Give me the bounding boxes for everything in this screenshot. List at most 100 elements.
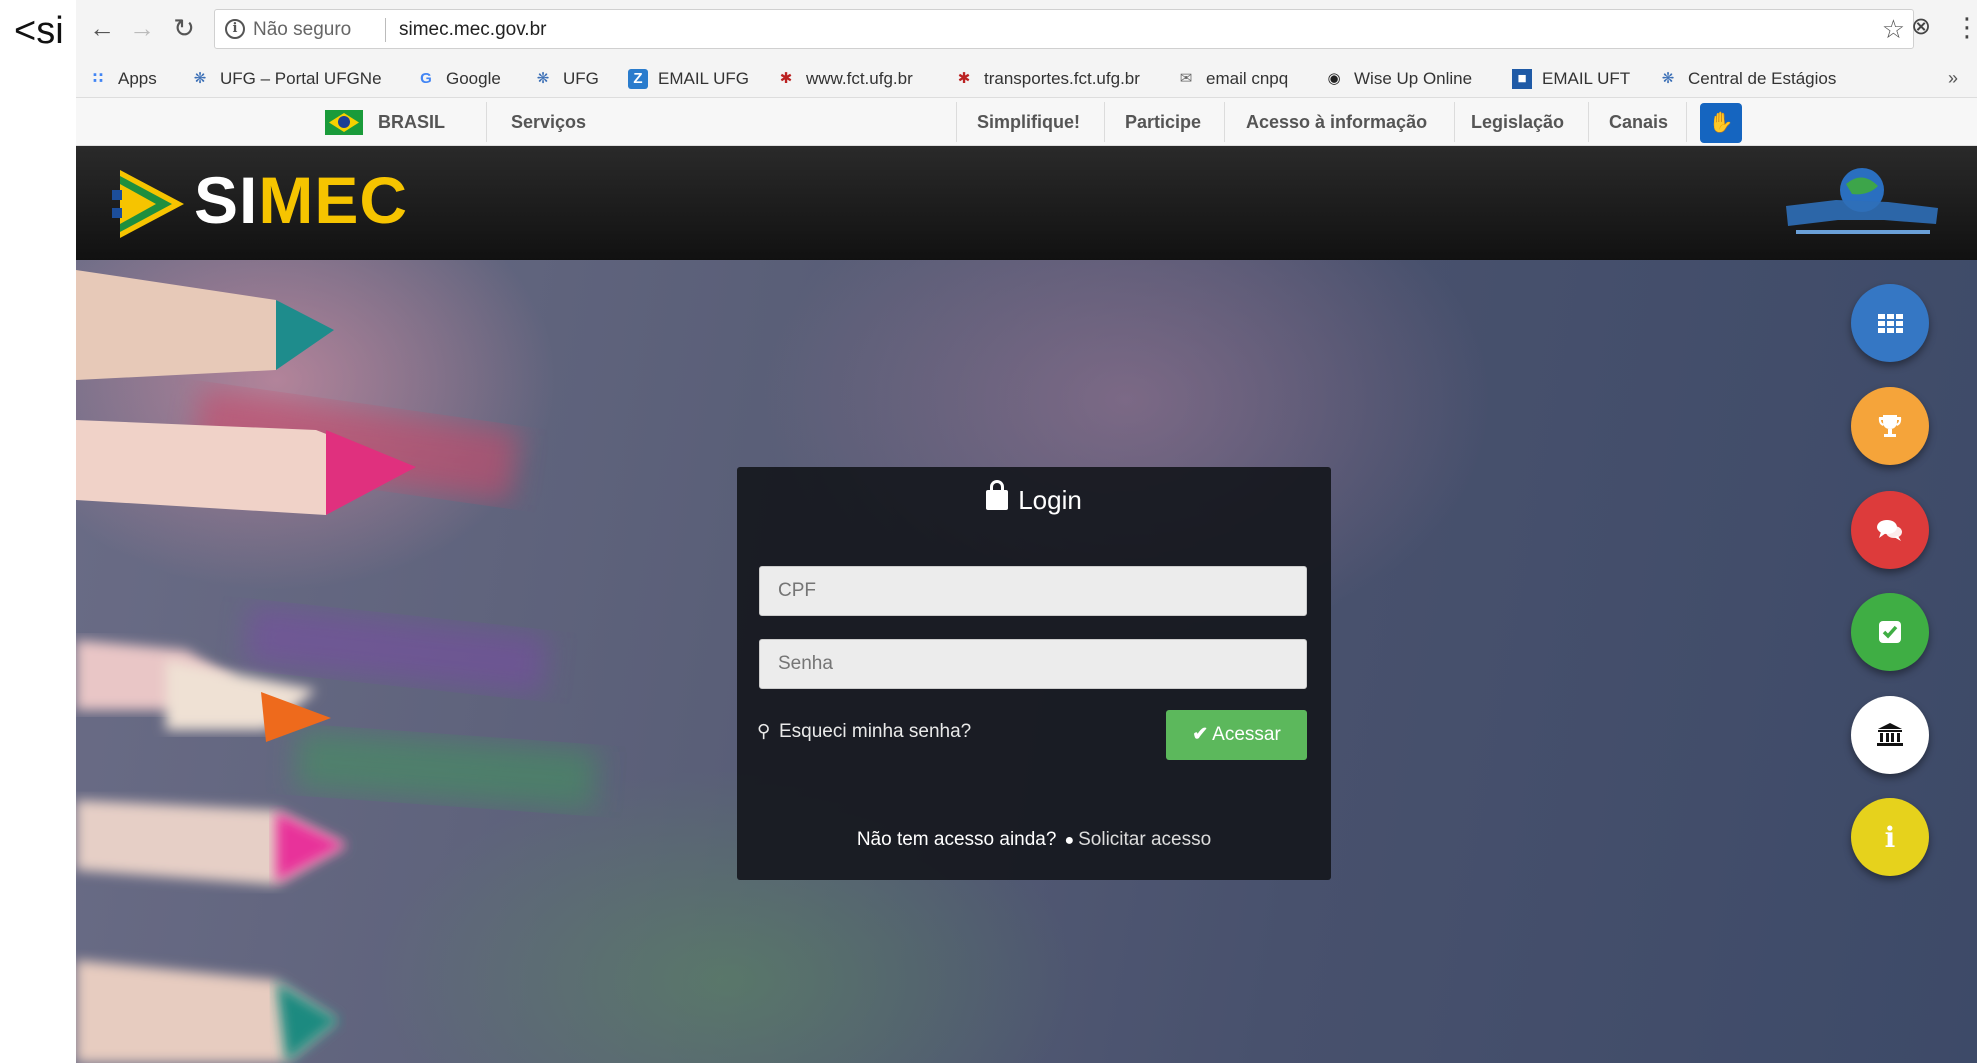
forgot-password-link[interactable]: ⚲ Esqueci minha senha? [757, 721, 971, 743]
bookmark-ufg[interactable]: ❋ UFG [533, 67, 599, 91]
info-button[interactable]: i [1851, 798, 1929, 876]
logo-si: SI [194, 163, 259, 237]
simec-logo-text: SIMEC [194, 162, 408, 238]
bank-button[interactable] [1851, 696, 1929, 774]
bookmark-apps[interactable]: ∷ Apps [88, 67, 157, 91]
login-title-text: Login [1018, 485, 1082, 515]
divider [1686, 102, 1687, 142]
url-text[interactable]: simec.mec.gov.br [399, 19, 546, 41]
back-arrow-icon[interactable]: ← [86, 12, 118, 44]
bookmark-label: EMAIL UFG [658, 69, 749, 88]
accessibility-hand-icon[interactable]: ✋ [1700, 103, 1742, 143]
login-submit-button[interactable]: ✔ Acessar [1166, 710, 1307, 760]
divider [1454, 102, 1455, 142]
chat-icon [1877, 520, 1902, 541]
request-access-link[interactable]: Solicitar acesso [1078, 829, 1211, 850]
lock-icon [986, 480, 1009, 510]
bookmark-label: Google [446, 69, 501, 88]
reload-icon[interactable]: ↻ [168, 12, 200, 44]
bookmark-label: Central de Estágios [1688, 69, 1837, 88]
stray-text: <si [14, 10, 64, 52]
password-input[interactable] [759, 639, 1307, 689]
forward-arrow-icon[interactable]: → [126, 12, 158, 44]
divider [486, 102, 487, 142]
bookmark-label: transportes.fct.ufg.br [984, 69, 1140, 88]
bookmark-transportes[interactable]: ✱ transportes.fct.ufg.br [954, 67, 1140, 91]
bookmark-ufg-portal[interactable]: ❋ UFG – Portal UFGNe [190, 67, 382, 91]
bookmark-label: UFG – Portal UFGNe [220, 69, 382, 88]
checkbox-icon [1879, 621, 1901, 643]
checkmark-icon: ✔ [1192, 724, 1209, 745]
bookmark-email-uft[interactable]: ■ EMAIL UFT [1512, 67, 1630, 91]
bookmark-label: Apps [118, 69, 157, 88]
bookmark-label: www.fct.ufg.br [806, 69, 913, 88]
gov-simplifique-link[interactable]: Simplifique! [977, 98, 1080, 146]
bookmark-fct[interactable]: ✱ www.fct.ufg.br [776, 67, 913, 91]
gov-legislacao-link[interactable]: Legislação [1471, 98, 1564, 146]
bookmark-central-estagios[interactable]: ❋ Central de Estágios [1658, 67, 1837, 91]
brazil-flag-icon [325, 110, 363, 135]
user-icon: ● [1064, 832, 1075, 849]
browser-toolbar: ← → ↻ i Não seguro simec.mec.gov.br ☆ ⊗ … [76, 0, 1977, 58]
apps-grid-icon [1878, 314, 1903, 333]
gov-acesso-informacao-link[interactable]: Acesso à informação [1246, 98, 1427, 146]
login-panel: Login ⚲ Esqueci minha senha? ✔Acessar Não… [737, 467, 1331, 880]
gov-canais-link[interactable]: Canais [1609, 98, 1668, 146]
no-access-question: Não tem acesso ainda? [856, 829, 1057, 850]
apps-grid-button[interactable] [1851, 284, 1929, 362]
screenshot: <si ← → ↻ i Não seguro simec.mec.gov.br … [0, 0, 1977, 1063]
wiseup-icon: ◉ [1327, 70, 1341, 87]
bookmark-star-icon[interactable]: ☆ [1882, 14, 1905, 45]
address-bar[interactable]: i Não seguro simec.mec.gov.br ☆ [214, 9, 1914, 49]
bookmark-label: EMAIL UFT [1542, 69, 1631, 88]
bookmark-label: UFG [563, 69, 599, 88]
apps-grid-icon: ∷ [92, 70, 104, 87]
info-icon[interactable]: i [225, 19, 245, 39]
checkbox-button[interactable] [1851, 593, 1929, 671]
address-divider [385, 18, 386, 42]
logo-mec: MEC [258, 163, 409, 237]
submit-label: Acessar [1212, 724, 1281, 745]
browser-window: ← → ↻ i Não seguro simec.mec.gov.br ☆ ⊗ … [76, 0, 1977, 1063]
divider [1104, 102, 1105, 142]
uft-icon: ■ [1512, 69, 1532, 89]
trophy-icon [1878, 415, 1902, 437]
divider [1224, 102, 1225, 142]
bank-icon [1877, 723, 1903, 746]
hero-background: Login ⚲ Esqueci minha senha? ✔Acessar Não… [76, 260, 1977, 1063]
bookmark-email-ufg[interactable]: Z EMAIL UFG [628, 67, 749, 91]
bookmarks-overflow-icon[interactable]: » [1948, 68, 1958, 89]
google-icon: G [420, 70, 432, 87]
z-icon: Z [628, 69, 648, 89]
simec-header: SIMEC [76, 146, 1977, 260]
gov-brasil-link[interactable]: BRASIL [378, 98, 445, 146]
security-label: Não seguro [253, 19, 352, 40]
ufg-icon: ❋ [193, 70, 207, 87]
forgot-password-text: Esqueci minha senha? [779, 721, 972, 742]
gov-bar: BRASIL Serviços Simplifique! Participe A… [76, 98, 1977, 146]
simec-logo-icon [112, 170, 184, 238]
colored-pencils-image [76, 270, 598, 1063]
bookmark-wise-up[interactable]: ◉ Wise Up Online [1324, 67, 1472, 91]
chat-button[interactable] [1851, 491, 1929, 569]
bookmark-email-cnpq[interactable]: ✉ email cnpq [1176, 67, 1289, 91]
bookmark-google[interactable]: G Google [416, 67, 501, 91]
gov-participe-link[interactable]: Participe [1125, 98, 1201, 146]
ufg-icon: ❋ [536, 70, 550, 87]
browser-menu-icon[interactable]: ⋮ [1954, 10, 1977, 44]
gov-servicos-link[interactable]: Serviços [511, 98, 586, 146]
bookmark-label: Wise Up Online [1354, 69, 1473, 88]
extension-icon[interactable]: ⊗ [1906, 12, 1936, 42]
info-icon: i [1884, 820, 1896, 854]
trophy-button[interactable] [1851, 387, 1929, 465]
key-icon: ⚲ [757, 721, 771, 741]
fct-icon: ✱ [779, 70, 793, 87]
ufg-icon: ❋ [1661, 70, 1675, 87]
envelope-icon: ✉ [1179, 70, 1193, 87]
fct-icon: ✱ [957, 70, 971, 87]
cpf-input[interactable] [759, 566, 1307, 616]
bookmarks-bar: ∷ Apps ❋ UFG – Portal UFGNe G Google ❋ UFG Z… [76, 58, 1977, 98]
divider [956, 102, 957, 142]
brasil-government-logo [1786, 168, 1938, 234]
login-heading: Login [737, 480, 1331, 516]
